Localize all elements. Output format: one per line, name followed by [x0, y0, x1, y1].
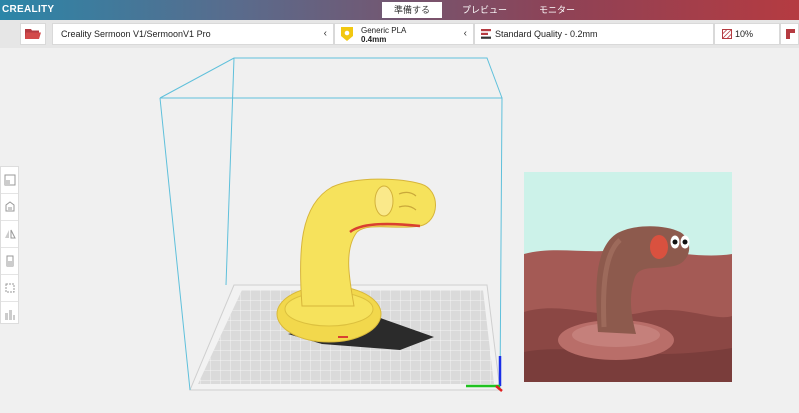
reference-photo [524, 172, 732, 382]
quality-label: Standard Quality - 0.2mm [495, 29, 598, 39]
infill-icon [722, 29, 732, 39]
chevron-left-icon: ‹ [463, 28, 467, 39]
title-bar: CREALITY 準備する プレビュー モニター [0, 0, 799, 20]
support-icon [786, 29, 795, 39]
tab-preview[interactable]: プレビュー [450, 2, 519, 18]
tab-prepare[interactable]: 準備する [382, 2, 443, 18]
creality-logo: CREALITY [2, 4, 55, 15]
infill-selector[interactable]: 10% [714, 23, 780, 45]
toolbar: Creality Sermoon V1/SermoonV1 Pro ‹ Gene… [0, 20, 799, 48]
quality-selector[interactable]: Standard Quality - 0.2mm [474, 23, 714, 45]
stage-tabs: 準備する プレビュー モニター [382, 2, 587, 18]
layers-icon [481, 29, 491, 39]
printer-name: Creality Sermoon V1/SermoonV1 Pro [61, 29, 211, 39]
spool-icon [341, 27, 353, 41]
material-name: Generic PLA [361, 26, 407, 35]
tab-monitor[interactable]: モニター [527, 2, 587, 18]
open-file-button[interactable] [20, 23, 46, 45]
support-selector[interactable] [780, 23, 799, 45]
printer-selector[interactable]: Creality Sermoon V1/SermoonV1 Pro ‹ [52, 23, 334, 45]
chevron-left-icon: ‹ [323, 28, 327, 39]
material-selector[interactable]: Generic PLA 0.4mm ‹ [334, 23, 474, 45]
folder-icon [25, 29, 41, 39]
infill-label: 10% [735, 29, 754, 39]
nozzle-size: 0.4mm [361, 35, 387, 44]
